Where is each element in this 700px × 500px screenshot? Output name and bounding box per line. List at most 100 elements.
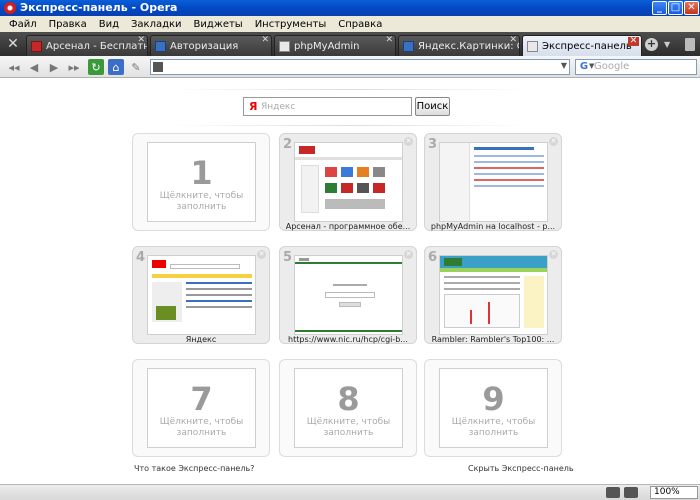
tile-number: 6 (428, 250, 438, 265)
speed-dial-tile-8[interactable]: 8 Щёлкните, чтобы заполнить (279, 359, 417, 457)
tile-caption: https://www.nic.ru/hcp/cgi-b... (288, 335, 408, 344)
home-icon[interactable]: ⌂ (108, 59, 124, 75)
tile-placeholder: 1 Щёлкните, чтобы заполнить (147, 142, 256, 222)
tile-number: 4 (136, 250, 146, 265)
tab-yandex-images[interactable]: Яндекс.Картинки: Оре... ✕ (398, 35, 520, 56)
camera-icon[interactable] (624, 487, 638, 498)
search-placeholder: Яндекс (261, 102, 296, 112)
tile-caption: Rambler: Rambler's Top100: ... (431, 335, 555, 344)
tab-authorization[interactable]: Авторизация ✕ (150, 35, 272, 56)
divider (170, 125, 530, 126)
tile-number: 2 (283, 137, 293, 152)
navigation-toolbar: ◂◂ ◀ ▶ ▸▸ ↻ ⌂ ✎ ▼ G ▼ Google (0, 56, 700, 78)
speed-dial-icon (527, 40, 538, 52)
speed-dial-tile-6[interactable]: 6 ✕ Rambler: Rambler's Top100: ... (424, 246, 562, 344)
maximize-button[interactable]: □ (668, 1, 683, 15)
page-icon (153, 62, 163, 72)
menu-help[interactable]: Справка (332, 19, 388, 30)
tab-menu-chevron-icon[interactable]: ▼ (664, 40, 670, 49)
close-button[interactable]: ✕ (684, 1, 699, 15)
menu-edit[interactable]: Правка (43, 19, 93, 30)
speed-dial-tile-2[interactable]: 2 ✕ Арсенал - программное обе... (279, 133, 417, 231)
tab-close-icon[interactable]: ✕ (628, 37, 639, 46)
search-placeholder: Google (594, 61, 630, 72)
menu-tools[interactable]: Инструменты (249, 19, 333, 30)
page-icon (155, 40, 166, 52)
trash-icon[interactable] (685, 38, 695, 51)
speed-dial-tile-3[interactable]: 3 ✕ phpMyAdmin на localhost - p... (424, 133, 562, 231)
tile-number: 5 (283, 250, 293, 265)
tile-placeholder: 9 Щёлкните, чтобы заполнить (439, 368, 548, 448)
menu-widgets[interactable]: Виджеты (188, 19, 249, 30)
back-icon[interactable]: ◀ (26, 59, 42, 75)
tile-hint: Щёлкните, чтобы заполнить (451, 417, 536, 438)
menu-file[interactable]: Файл (3, 19, 43, 30)
tile-thumbnail (294, 255, 403, 335)
title-bar: Экспресс-панель - Opera _ □ ✕ (0, 0, 700, 16)
speed-dial-tile-5[interactable]: 5 ✕ https://www.nic.ru/hcp/cgi-b... (279, 246, 417, 344)
menu-bar: Файл Правка Вид Закладки Виджеты Инструм… (0, 16, 700, 32)
new-tab-button[interactable]: + (645, 38, 658, 51)
opera-logo-icon (4, 2, 16, 14)
tools-icon[interactable]: ✕ (4, 36, 22, 52)
tile-thumbnail (147, 255, 256, 335)
tile-number: 1 (190, 154, 213, 192)
tile-number: 7 (190, 380, 213, 418)
tab-label: Авторизация (170, 40, 239, 52)
speed-dial-page: Я Яндекс Поиск 1 Щёлкните, чтобы заполни… (0, 79, 700, 484)
tile-thumbnail (439, 142, 548, 222)
tab-label: phpMyAdmin (294, 40, 360, 52)
tab-close-icon[interactable]: ✕ (261, 36, 269, 45)
divider (170, 89, 530, 90)
edit-icon[interactable]: ✎ (128, 59, 144, 75)
tab-phpmyadmin[interactable]: phpMyAdmin ✕ (274, 35, 396, 56)
menu-bookmarks[interactable]: Закладки (125, 19, 188, 30)
tile-placeholder: 8 Щёлкните, чтобы заполнить (294, 368, 403, 448)
what-is-speed-dial-link[interactable]: Что такое Экспресс-панель? (134, 464, 254, 473)
arsenal-icon (31, 40, 42, 52)
fast-forward-icon[interactable]: ▸▸ (66, 59, 82, 75)
hide-speed-dial-link[interactable]: Скрыть Экспресс-панель (468, 464, 574, 473)
chevron-down-icon[interactable]: ▼ (561, 61, 567, 70)
close-icon[interactable]: ✕ (549, 137, 558, 146)
phpmyadmin-icon (279, 40, 290, 52)
tile-number: 3 (428, 137, 438, 152)
tab-close-icon[interactable]: ✕ (509, 36, 517, 45)
tab-speed-dial[interactable]: Экспресс-панель ✕ (522, 35, 642, 56)
search-button[interactable]: Поиск (415, 97, 450, 116)
search-field[interactable]: G ▼ Google (575, 59, 697, 75)
close-icon[interactable]: ✕ (257, 250, 266, 259)
tile-thumbnail (439, 255, 548, 335)
tile-placeholder: 7 Щёлкните, чтобы заполнить (147, 368, 256, 448)
zoom-select[interactable]: 100% (650, 486, 698, 499)
menu-view[interactable]: Вид (93, 19, 125, 30)
network-icon[interactable] (606, 487, 620, 498)
rewind-icon[interactable]: ◂◂ (6, 59, 22, 75)
speed-dial-tile-9[interactable]: 9 Щёлкните, чтобы заполнить (424, 359, 562, 457)
speed-dial-tile-4[interactable]: 4 ✕ Яндекс (132, 246, 270, 344)
yandex-search-input[interactable]: Я Яндекс (243, 97, 412, 116)
reload-icon[interactable]: ↻ (88, 59, 104, 75)
window-title: Экспресс-панель - Opera (20, 1, 178, 14)
tab-bar: ✕ Арсенал - Бесплатный ... ✕ Авторизация… (0, 32, 700, 56)
yandex-icon: Я (249, 100, 258, 113)
tab-label: Арсенал - Бесплатный ... (46, 40, 147, 52)
speed-dial-tile-1[interactable]: 1 Щёлкните, чтобы заполнить (132, 133, 270, 231)
tile-hint: Щёлкните, чтобы заполнить (306, 417, 391, 438)
speed-dial-tile-7[interactable]: 7 Щёлкните, чтобы заполнить (132, 359, 270, 457)
zoom-value: 100% (654, 487, 680, 497)
tab-arsenal[interactable]: Арсенал - Бесплатный ... ✕ (26, 35, 148, 56)
tab-label: Яндекс.Картинки: Оре... (418, 40, 519, 52)
minimize-button[interactable]: _ (652, 1, 667, 15)
tab-label: Экспресс-панель (542, 40, 632, 52)
tab-close-icon[interactable]: ✕ (385, 36, 393, 45)
tab-close-icon[interactable]: ✕ (137, 36, 145, 45)
tile-caption: Яндекс (185, 335, 217, 344)
forward-icon[interactable]: ▶ (46, 59, 62, 75)
close-icon[interactable]: ✕ (404, 137, 413, 146)
tile-thumbnail (294, 142, 403, 222)
address-bar[interactable]: ▼ (150, 59, 570, 75)
close-icon[interactable]: ✕ (549, 250, 558, 259)
close-icon[interactable]: ✕ (404, 250, 413, 259)
tile-hint: Щёлкните, чтобы заполнить (159, 417, 244, 438)
